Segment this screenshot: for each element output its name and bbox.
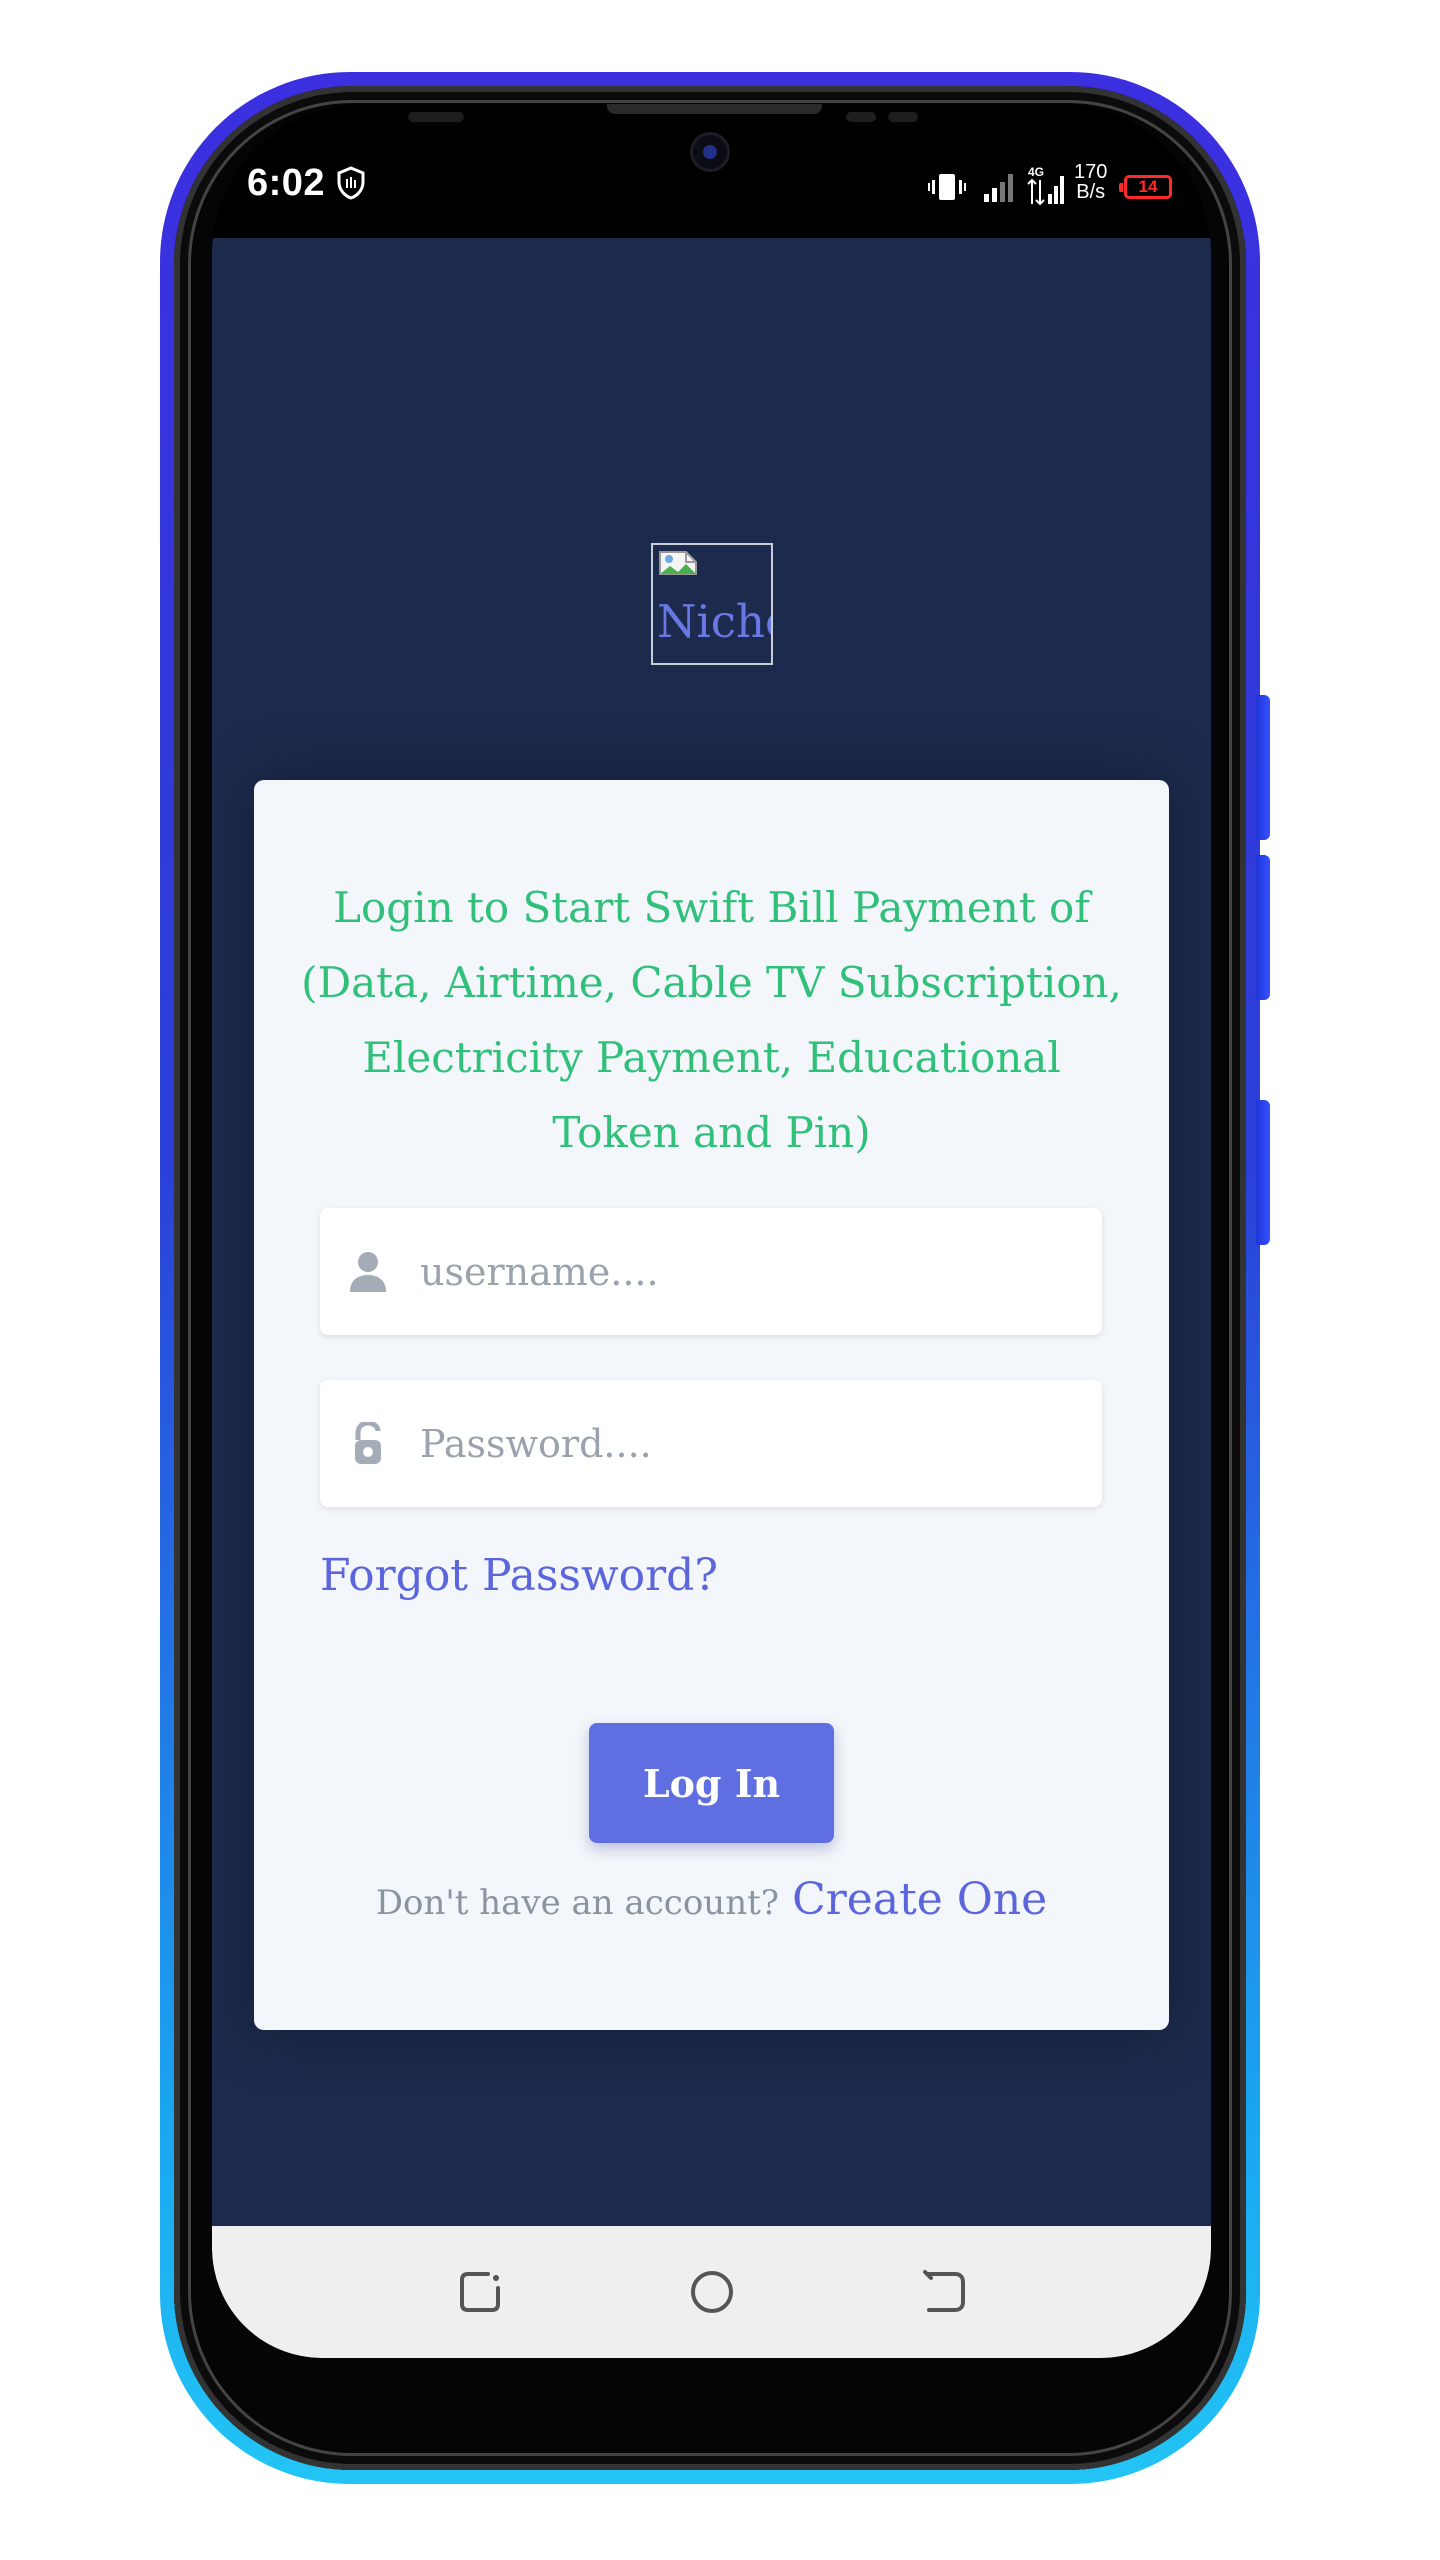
battery-level: 14 <box>1138 177 1158 196</box>
login-button[interactable]: Log In <box>589 1723 834 1843</box>
front-camera <box>693 135 727 169</box>
earpiece <box>607 104 822 114</box>
no-account-text: Don't have an account? <box>375 1883 779 1923</box>
recent-apps-icon[interactable] <box>452 2264 508 2320</box>
home-icon[interactable] <box>684 2264 740 2320</box>
navigation-bar <box>212 2226 1211 2358</box>
password-field[interactable] <box>320 1380 1102 1507</box>
network-speed-value: 170 <box>1074 161 1108 183</box>
logo-alt-text: Nicho <box>657 595 771 648</box>
signal-icon: 4G <box>1027 165 1064 206</box>
lock-open-icon <box>355 1422 381 1464</box>
app-logo: Nicho <box>651 543 773 665</box>
password-input[interactable] <box>420 1380 1070 1507</box>
phone-screen: 6:02 4G 170 B/s 14 Nich Login to Start S… <box>212 104 1211 2358</box>
light-sensor <box>846 112 876 122</box>
vibrate-icon <box>928 174 966 200</box>
power-side-button <box>1256 695 1270 840</box>
signup-prompt: Don't have an account? Create One <box>254 1874 1169 1925</box>
light-sensor <box>888 112 918 122</box>
broken-image-icon <box>659 551 697 575</box>
create-account-link[interactable]: Create One <box>792 1874 1047 1925</box>
network-speed: 170 B/s <box>1074 162 1107 202</box>
status-time: 6:02 <box>247 162 326 204</box>
volume-up-side-button <box>1256 855 1270 1000</box>
back-icon[interactable] <box>917 2264 973 2320</box>
shield-icon <box>337 166 365 200</box>
volume-down-side-button <box>1256 1100 1270 1245</box>
username-field[interactable] <box>320 1208 1102 1335</box>
user-icon <box>350 1252 386 1292</box>
username-input[interactable] <box>420 1208 1070 1335</box>
signal-icon <box>984 174 1013 202</box>
status-bar: 6:02 4G 170 B/s 14 <box>212 104 1211 238</box>
forgot-password-link[interactable]: Forgot Password? <box>320 1550 718 1601</box>
battery-icon: 14 <box>1119 175 1172 199</box>
network-speed-unit: B/s <box>1076 181 1106 203</box>
proximity-sensor <box>408 112 464 122</box>
network-type-label: 4G <box>1028 165 1044 179</box>
app-content: Nicho Login to Start Swift Bill Payment … <box>212 238 1211 2238</box>
login-card: Login to Start Swift Bill Payment of (Da… <box>254 780 1169 2030</box>
login-heading: Login to Start Swift Bill Payment of (Da… <box>301 883 1122 1157</box>
